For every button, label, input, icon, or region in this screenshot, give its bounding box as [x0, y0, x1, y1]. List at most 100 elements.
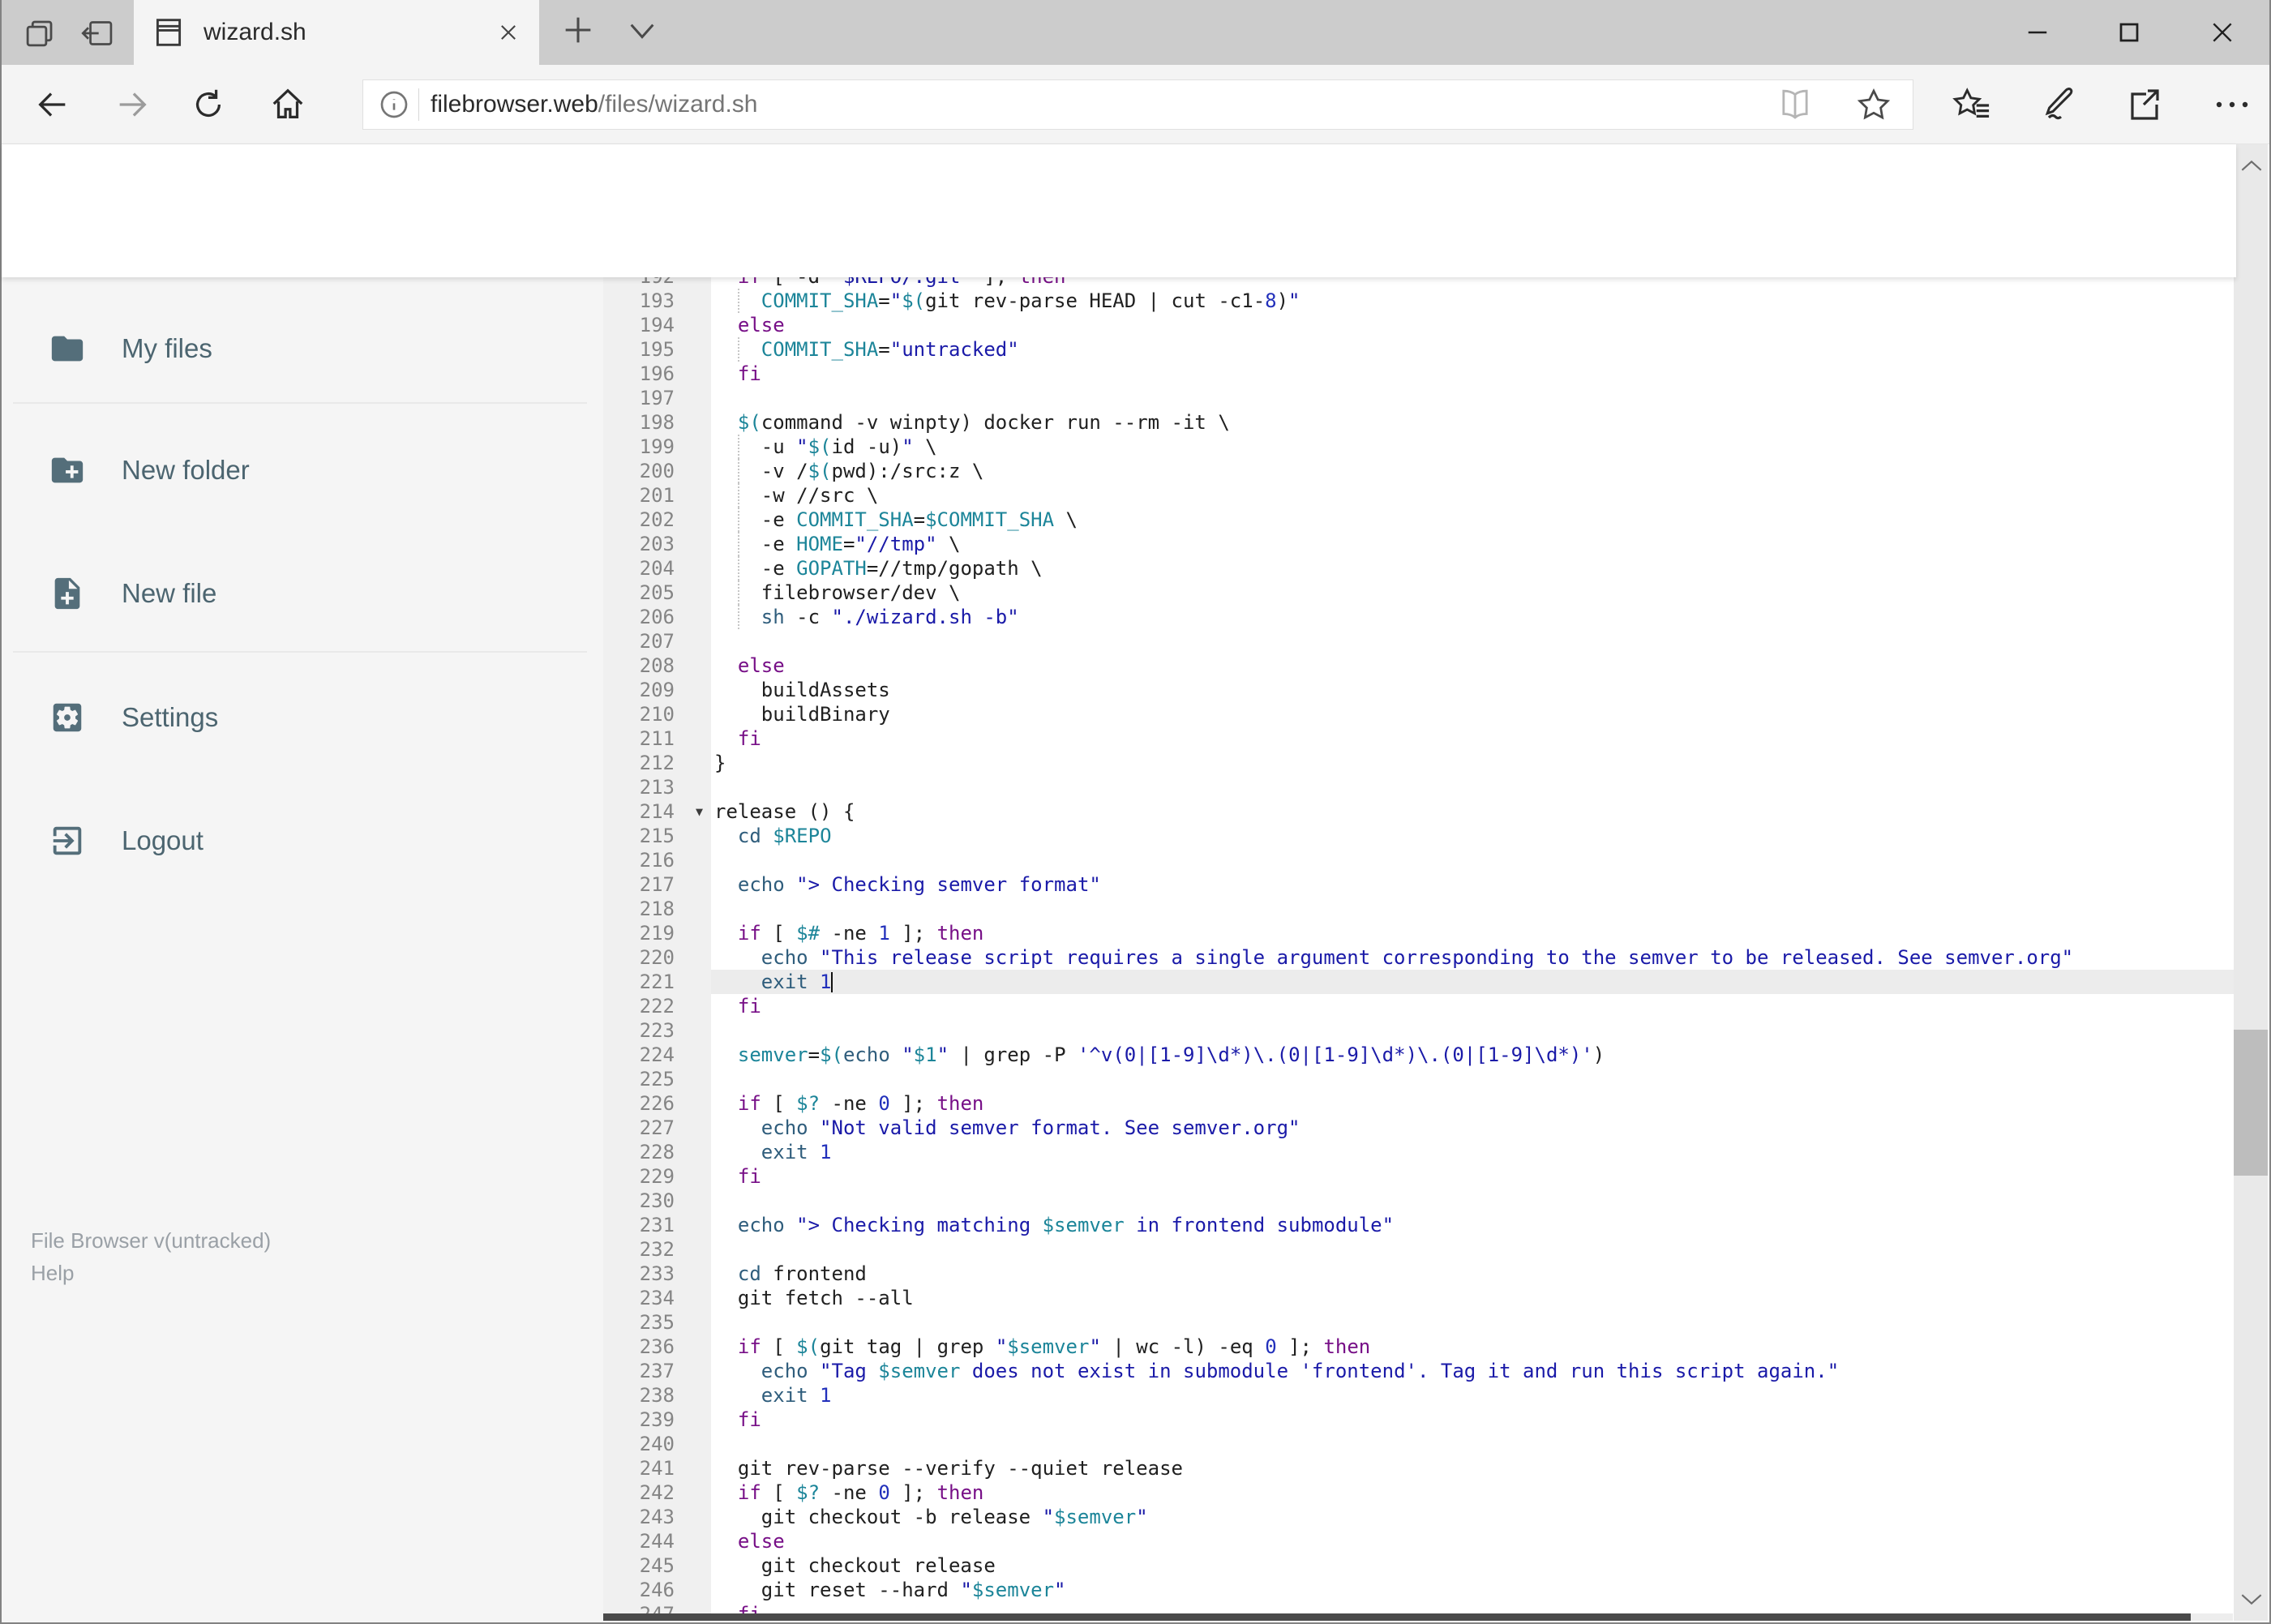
code-line[interactable]: 207 [603, 629, 2236, 653]
code-line[interactable]: 199 -u "$(id -u)" \ [603, 435, 2236, 459]
line-number: 229 [639, 1165, 675, 1188]
code-line[interactable]: 200 -v /$(pwd):/src:z \ [603, 459, 2236, 483]
url-path: /files/wizard.sh [598, 91, 758, 118]
tab-close-icon[interactable] [497, 21, 520, 44]
code-editor[interactable]: 192 if [ -d "$REPO/.git" ]; then193 COMM… [603, 277, 2236, 1615]
code-line[interactable]: 194 else [603, 313, 2236, 337]
code-text: exit 1 [761, 1384, 832, 1407]
code-line[interactable]: 236 if [ $(git tag | grep "$semver" | wc… [603, 1335, 2236, 1359]
code-line[interactable]: 220 echo "This release script requires a… [603, 945, 2236, 970]
code-line[interactable]: 243 git checkout -b release "$semver" [603, 1505, 2236, 1529]
code-line[interactable]: 233 cd frontend [603, 1262, 2236, 1286]
code-line[interactable]: 215 cd $REPO [603, 824, 2236, 848]
line-number: 244 [639, 1530, 675, 1553]
tab-list-chevron-icon[interactable] [626, 21, 658, 42]
code-line[interactable]: 230 [603, 1189, 2236, 1213]
code-line[interactable]: 196 fi [603, 362, 2236, 386]
code-line[interactable]: 246 git reset --hard "$semver" [603, 1578, 2236, 1602]
code-line[interactable]: 211 fi [603, 726, 2236, 751]
code-line[interactable]: 217 echo "> Checking semver format" [603, 872, 2236, 897]
code-line[interactable]: 239 fi [603, 1408, 2236, 1432]
code-line[interactable]: 231 echo "> Checking matching $semver in… [603, 1213, 2236, 1237]
scroll-down-icon[interactable] [2240, 1592, 2263, 1608]
code-line[interactable]: 218 [603, 897, 2236, 921]
sidebar-item-new-file[interactable]: New file [2, 557, 603, 630]
code-line[interactable]: 192 if [ -d "$REPO/.git" ]; then [603, 277, 2236, 289]
window-close-button[interactable] [2182, 0, 2263, 65]
code-line[interactable]: 244 else [603, 1529, 2236, 1553]
code-line[interactable]: 235 [603, 1310, 2236, 1335]
tab-preview-icon[interactable] [23, 16, 57, 50]
code-line[interactable]: 240 [603, 1432, 2236, 1456]
sidebar-item-my-files[interactable]: My files [2, 312, 603, 385]
annotate-pen-icon[interactable] [2039, 85, 2078, 124]
share-icon[interactable] [2125, 85, 2164, 124]
code-line[interactable]: 227 echo "Not valid semver format. See s… [603, 1116, 2236, 1140]
help-link[interactable]: Help [31, 1257, 271, 1289]
code-text: release () { [714, 800, 855, 823]
code-line[interactable]: 241 git rev-parse --verify --quiet relea… [603, 1456, 2236, 1480]
code-line[interactable]: 205 filebrowser/dev \ [603, 581, 2236, 605]
code-line[interactable]: 213 [603, 775, 2236, 799]
code-line[interactable]: 201 -w //src \ [603, 483, 2236, 508]
code-line[interactable]: 238 exit 1 [603, 1383, 2236, 1408]
code-line[interactable]: 237 echo "Tag $semver does not exist in … [603, 1359, 2236, 1383]
code-line[interactable]: 209 buildAssets [603, 678, 2236, 702]
favorite-star-icon[interactable] [1856, 87, 1892, 122]
code-text: fi [737, 727, 761, 750]
code-line[interactable]: 198 $(command -v winpty) docker run --rm… [603, 410, 2236, 435]
code-line[interactable]: 225 [603, 1067, 2236, 1091]
code-line[interactable]: 208 else [603, 653, 2236, 678]
code-line[interactable]: 229 fi [603, 1164, 2236, 1189]
code-line[interactable]: 195 COMMIT_SHA="untracked" [603, 337, 2236, 362]
code-line[interactable]: 234 git fetch --all [603, 1286, 2236, 1310]
fold-arrow-icon[interactable]: ▼ [696, 799, 703, 824]
new-tab-button[interactable] [559, 11, 597, 49]
code-line[interactable]: 219 if [ $# -ne 1 ]; then [603, 921, 2236, 945]
sidebar-item-new-folder[interactable]: New folder [2, 434, 603, 507]
logout-icon [49, 822, 86, 859]
code-line[interactable]: 202 -e COMMIT_SHA=$COMMIT_SHA \ [603, 508, 2236, 532]
code-line[interactable]: 204 -e GOPATH=//tmp/gopath \ [603, 556, 2236, 581]
code-line[interactable]: 242 if [ $? -ne 0 ]; then [603, 1480, 2236, 1505]
code-line[interactable]: 222 fi [603, 994, 2236, 1018]
sidebar-item-logout[interactable]: Logout [2, 804, 603, 877]
reading-view-icon[interactable] [1776, 88, 1814, 121]
sidebar-item-settings[interactable]: Settings [2, 681, 603, 754]
minimize-button[interactable] [1997, 0, 2078, 65]
code-line[interactable]: 206 sh -c "./wizard.sh -b" [603, 605, 2236, 629]
code-line[interactable]: 197 [603, 386, 2236, 410]
code-line[interactable]: 214 ▼ release () { [603, 799, 2236, 824]
sidebar-divider [13, 651, 587, 653]
code-line[interactable]: 212} [603, 751, 2236, 775]
browser-tab[interactable]: wizard.sh [134, 0, 539, 65]
hub-favorites-icon[interactable] [1952, 86, 1992, 123]
vertical-scrollbar[interactable] [2234, 144, 2268, 1621]
set-tabs-aside-icon[interactable] [79, 16, 115, 50]
code-line[interactable]: 216 [603, 848, 2236, 872]
refresh-button[interactable] [180, 65, 237, 144]
address-bar[interactable]: filebrowser.web/files/wizard.sh [362, 79, 1913, 130]
horizontal-scrollbar[interactable] [603, 1613, 2233, 1621]
back-button[interactable] [24, 65, 81, 144]
home-button[interactable] [259, 65, 316, 144]
vertical-scroll-thumb[interactable] [2234, 1030, 2268, 1176]
code-line[interactable]: 245 git checkout release [603, 1553, 2236, 1578]
more-menu-icon[interactable] [2211, 85, 2253, 124]
code-line[interactable]: 223 [603, 1018, 2236, 1043]
url-text[interactable]: filebrowser.web/files/wizard.sh [431, 91, 758, 118]
code-line[interactable]: 228 exit 1 [603, 1140, 2236, 1164]
code-line[interactable]: 221 exit 1 [603, 970, 2236, 994]
maximize-button[interactable] [2089, 0, 2170, 65]
scroll-up-icon[interactable] [2240, 157, 2263, 174]
code-line[interactable]: 232 [603, 1237, 2236, 1262]
sidebar-item-label: My files [122, 333, 212, 363]
code-line[interactable]: 203 -e HOME="//tmp" \ [603, 532, 2236, 556]
code-line[interactable]: 210 buildBinary [603, 702, 2236, 726]
code-line[interactable]: 193 COMMIT_SHA="$(git rev-parse HEAD | c… [603, 289, 2236, 313]
code-line[interactable]: 226 if [ $? -ne 0 ]; then [603, 1091, 2236, 1116]
code-line[interactable]: 224 semver=$(echo "$1" | grep -P '^v(0|[… [603, 1043, 2236, 1067]
forward-button[interactable] [104, 65, 161, 144]
horizontal-scroll-thumb[interactable] [603, 1613, 2191, 1621]
site-info-icon[interactable] [378, 88, 410, 121]
